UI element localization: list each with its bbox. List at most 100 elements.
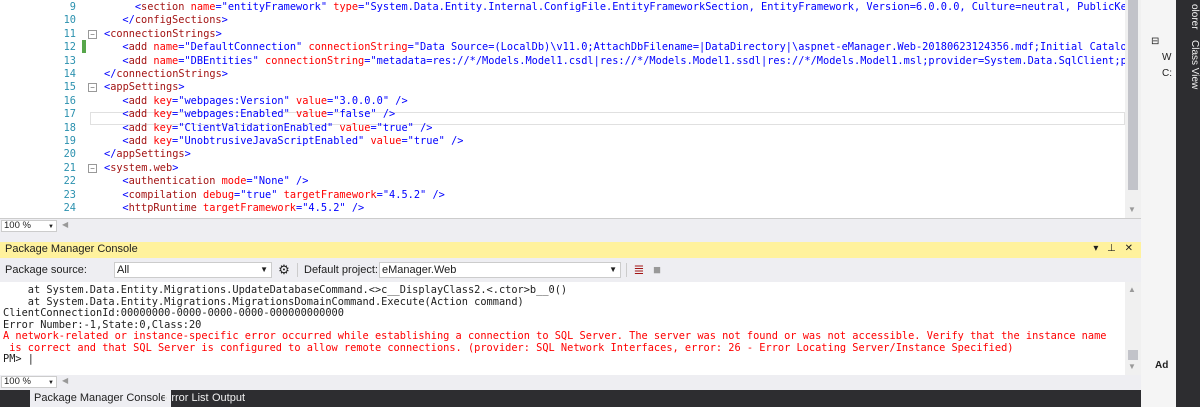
code-token: System.Data.Entity.Internal.ConfigFile.E… [370,1,1141,13]
code-token: > [221,68,228,80]
code-token: =" [215,1,228,13]
toolbar-separator [626,263,627,277]
code-editor[interactable]: 9 10 11 12 13 14 15 16 17 18 19 20 21 22 23 24 <section… [0,0,1141,232]
code-token: > [178,81,185,94]
pmc-window-buttons[interactable]: ▾ ⊥ ✕ [1093,243,1136,254]
scroll-left-icon[interactable]: ◀ [62,220,68,229]
scroll-left-icon[interactable]: ◀ [62,376,68,385]
code-token: key [153,108,173,121]
pmc-title: Package Manager Console [5,243,138,255]
tab-solution-explorer[interactable]: olorer [1176,2,1200,30]
error-line: A network-related or instance-specific e… [3,330,1107,342]
line-number: 12 [63,41,76,54]
chevron-down-icon: ▼ [260,265,268,274]
editor-zoom-select[interactable]: 100 % ▼ [1,220,57,232]
code-token: connectionString [308,41,408,54]
tab-package-manager-console[interactable]: Package Manager Console [30,390,171,407]
code-token: =" [401,135,414,147]
code-token: =" [358,1,371,13]
code-token: true [382,121,408,134]
default-project-label: Default project: [304,264,378,276]
code-line: <appSettings> [104,81,185,94]
code-token: /> [296,175,309,188]
code-token: value [339,121,371,134]
right-tool-tabs: olorer Class View [1176,0,1200,407]
code-token: DefaultConnection [190,41,297,54]
code-token: value [296,108,328,121]
tab-class-view[interactable]: Class View [1176,38,1200,89]
code-line: <section name="entityFramework" type="Sy… [110,1,1141,14]
tab-output[interactable]: Output [208,390,249,407]
tab-error-list[interactable]: Error List [160,390,213,407]
pmc-toolbar: Package source: All ▼ ⚙ Default project:… [0,258,1141,282]
code-token: mode [221,175,247,188]
pmc-title-bar[interactable]: Package Manager Console ▾ ⊥ ✕ [0,242,1141,258]
code-token: /> [420,121,433,134]
chevron-down-icon: ▼ [48,380,54,386]
code-token: entityFramework [227,1,321,13]
code-token: connectionString [265,54,365,67]
code-token: =" [234,188,247,201]
code-token: targetFramework [203,202,297,214]
code-token: =" [327,94,340,107]
code-token: add [128,135,148,147]
code-token: ClientValidationEnabled [184,121,328,134]
line-number: 20 [63,148,76,161]
code-token: webpages:Version [184,94,284,107]
stop-icon[interactable]: ■ [649,262,665,278]
code-token: =" [407,41,421,54]
code-token: 3.0.0.0 [339,94,383,107]
package-source-select[interactable]: All ▼ [114,262,272,278]
default-project-select[interactable]: eManager.Web ▼ [379,262,621,278]
clear-console-icon[interactable]: ≣ [631,262,647,278]
line-number: 11 [63,27,76,40]
code-token: > [215,27,222,40]
code-token: value [296,94,328,107]
code-token: system.web [110,161,173,174]
code-token: debug [203,188,235,201]
code-token: > [184,148,191,161]
output-line: at System.Data.Entity.Migrations.Migrati… [3,295,524,308]
code-token: name [153,41,179,54]
code-token: DBEntities [190,54,253,67]
fold-toggle-icon[interactable]: − [88,29,97,39]
code-token: add [128,121,148,134]
code-token: connectionStrings [110,27,216,40]
code-token: </ [104,68,117,80]
code-token: key [153,135,173,147]
editor-vertical-scrollbar[interactable]: ▼ [1125,0,1141,218]
error-line: is correct and that SQL Server is config… [3,341,1014,354]
scroll-thumb[interactable] [1128,0,1138,190]
collapse-icon[interactable]: ⊟ [1151,36,1159,47]
pmc-zoom-select[interactable]: 100 % ▼ [1,376,57,388]
scroll-down-icon[interactable]: ▼ [1128,362,1136,371]
scroll-thumb[interactable] [1128,350,1138,360]
code-token: =" [172,108,185,121]
change-indicator [82,40,86,53]
code-token: Data Source=(LocalDb)\v11.0;AttachDbFile… [420,41,1140,54]
panel-splitter[interactable] [0,232,1141,242]
line-number: 23 [63,188,76,201]
code-token: authentication [128,175,216,188]
code-line: <compilation debug="true" targetFramewor… [110,188,445,202]
scroll-up-icon[interactable]: ▲ [1128,285,1136,294]
code-token: /> [432,188,445,201]
line-number: 14 [63,68,76,80]
pmc-output[interactable]: at System.Data.Entity.Migrations.UpdateD… [0,282,1141,375]
fold-toggle-icon[interactable]: − [88,83,97,93]
code-token: key [153,94,173,107]
scroll-down-icon[interactable]: ▼ [1128,205,1136,214]
code-token: > [172,161,179,174]
code-line: <add key="webpages:Enabled" value="false… [110,108,395,121]
line-number: 16 [63,94,76,107]
code-line: <authentication mode="None" /> [110,175,308,188]
line-number: 15 [63,81,76,94]
pmc-vertical-scrollbar[interactable]: ▲ ▼ [1125,282,1141,375]
fold-toggle-icon[interactable]: − [88,163,97,173]
gear-icon[interactable]: ⚙ [276,262,292,278]
